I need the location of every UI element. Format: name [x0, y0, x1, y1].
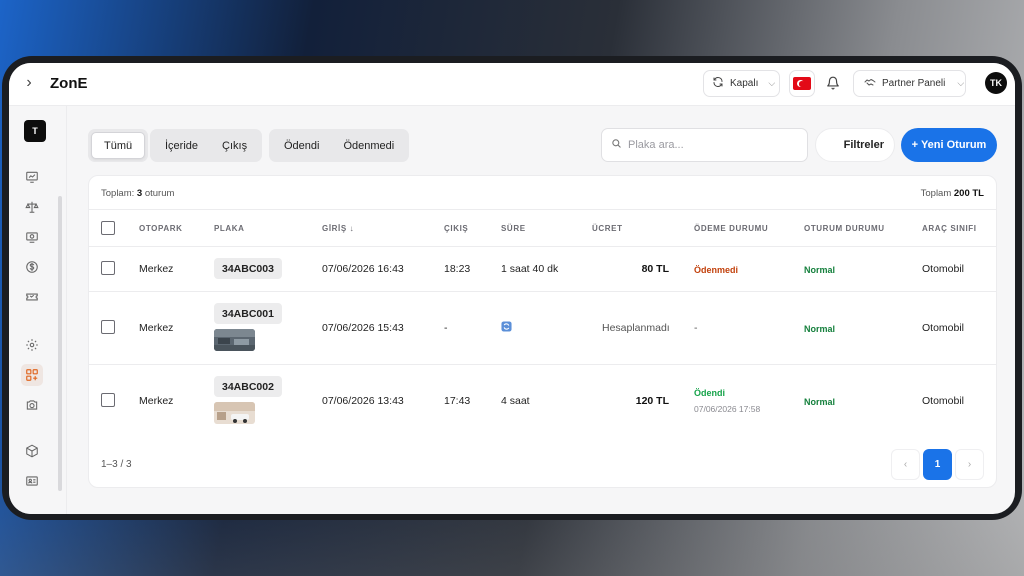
entry-cell: 07/06/2026 16:43 — [322, 263, 404, 275]
refresh-icon[interactable] — [501, 321, 512, 335]
id-card-icon[interactable] — [21, 470, 43, 492]
exit-cell: 18:23 — [444, 263, 471, 275]
tab-inside[interactable]: İçeride — [153, 132, 210, 159]
box-icon[interactable] — [21, 440, 43, 462]
status-tabs: Tümü — [88, 129, 149, 162]
gear-icon[interactable] — [21, 334, 43, 356]
plate-badge[interactable]: 34ABC003 — [214, 258, 282, 279]
ticket-icon[interactable] — [21, 286, 43, 308]
col-exit[interactable]: ÇIKIŞ — [444, 224, 468, 233]
apps-icon[interactable] — [21, 364, 43, 386]
search-icon — [611, 136, 622, 154]
payment-status-badge: Ödendi — [694, 388, 725, 398]
chevron-right-icon[interactable]: › — [21, 74, 37, 92]
new-session-button[interactable]: + Yeni Oturum — [901, 128, 997, 162]
refresh-icon — [712, 76, 724, 91]
payment-tabs: Ödendi Ödenmedi — [269, 129, 410, 162]
col-payment-status[interactable]: ÖDEME DURUMU — [694, 224, 768, 233]
sidebar: T — [9, 106, 67, 514]
chart-icon[interactable] — [21, 166, 43, 188]
table-row[interactable]: Merkez 34ABC003 07/06/2026 16:43 18:23 1… — [89, 247, 996, 292]
vehicle-class-cell: Otomobil — [922, 263, 965, 275]
vehicle-class-cell: Otomobil — [922, 322, 965, 334]
status-toggle-button[interactable]: Kapalı ⌵ — [703, 70, 780, 97]
entry-cell: 07/06/2026 13:43 — [322, 395, 404, 407]
total-amount: Toplam 200 TL — [920, 188, 984, 199]
bell-icon[interactable] — [823, 73, 843, 93]
vehicle-photo-thumbnail[interactable] — [214, 329, 255, 351]
pagination-info: 1–3 / 3 — [101, 459, 132, 470]
language-button[interactable] — [789, 70, 815, 97]
col-vehicle-class[interactable]: ARAÇ SINIFI — [922, 224, 977, 233]
parking-cell: Merkez — [139, 322, 174, 334]
chevron-down-icon: ⌵ — [768, 78, 776, 88]
dollar-icon[interactable] — [21, 256, 43, 278]
entry-cell: 07/06/2026 15:43 — [322, 322, 404, 334]
plate-badge[interactable]: 34ABC002 — [214, 376, 282, 397]
vehicle-photo-thumbnail[interactable] — [214, 402, 255, 424]
camera-icon[interactable] — [21, 394, 43, 416]
payment-status-cell: - — [694, 322, 698, 334]
parking-cell: Merkez — [139, 263, 174, 275]
sessions-table-card: Toplam: 3 oturum Toplam 200 TL OTOPARK P… — [88, 175, 997, 488]
search-input[interactable] — [628, 139, 798, 151]
session-status-badge: Normal — [804, 397, 836, 407]
table-row[interactable]: Merkez 34ABC002 07/06/2026 13:43 17:43 4… — [89, 365, 996, 440]
fee-cell: 120 TL — [635, 395, 669, 407]
turkey-flag-icon — [793, 77, 811, 90]
plate-badge[interactable]: 34ABC001 — [214, 303, 282, 324]
tab-paid[interactable]: Ödendi — [272, 132, 331, 159]
fee-cell: 80 TL — [641, 263, 669, 275]
partner-panel-button[interactable]: Partner Paneli ⌵ — [853, 70, 966, 97]
exit-cell: - — [444, 322, 448, 334]
sidebar-scrollbar[interactable] — [58, 196, 62, 491]
col-plate[interactable]: PLAKA — [214, 224, 245, 233]
partner-panel-label: Partner Paneli — [882, 78, 946, 89]
table-header: OTOPARK PLAKA GİRİŞ ↓ ÇIKIŞ SÜRE ÜCRET Ö… — [89, 210, 996, 247]
session-status-badge: Normal — [804, 324, 836, 334]
app-title: ZonE — [50, 75, 88, 92]
table-row[interactable]: Merkez 34ABC001 07/06/2026 15:43 - Hesap… — [89, 292, 996, 365]
fee-cell: Hesaplanmadı — [602, 322, 670, 334]
row-checkbox[interactable] — [101, 261, 115, 275]
session-status-badge: Normal — [804, 265, 836, 275]
app-screen: › ZonE Kapalı ⌵ Partner Paneli ⌵ TK T Tü… — [9, 63, 1015, 514]
tab-unpaid[interactable]: Ödenmedi — [331, 132, 406, 159]
next-page-button[interactable]: › — [955, 449, 984, 480]
row-checkbox[interactable] — [101, 320, 115, 334]
scale-icon[interactable] — [21, 196, 43, 218]
avatar[interactable]: TK — [985, 72, 1007, 94]
handshake-icon — [864, 76, 876, 91]
summary-bar: Toplam: 3 oturum Toplam 200 TL — [89, 176, 996, 210]
previous-page-button[interactable]: ‹ — [891, 449, 920, 480]
status-label: Kapalı — [730, 78, 759, 89]
inout-tabs: İçeride Çıkış — [150, 129, 263, 162]
brand-logo[interactable]: T — [24, 120, 46, 142]
filters-button[interactable]: Filtreler — [815, 128, 895, 162]
payment-status-badge: Ödenmedi — [694, 265, 739, 275]
select-all-checkbox[interactable] — [101, 221, 115, 235]
payment-date: 07/06/2026 17:58 — [694, 404, 761, 414]
chevron-down-icon: ⌵ — [957, 78, 965, 88]
col-session-status[interactable]: OTURUM DURUMU — [804, 224, 885, 233]
exit-cell: 17:43 — [444, 395, 471, 407]
duration-cell: 4 saat — [501, 395, 530, 407]
pagination-bar: 1–3 / 3 ‹ 1 › — [89, 440, 996, 487]
col-parking[interactable]: OTOPARK — [139, 224, 182, 233]
vehicle-class-cell: Otomobil — [922, 395, 965, 407]
col-entry[interactable]: GİRİŞ ↓ — [322, 224, 354, 233]
page-button-current[interactable]: 1 — [923, 449, 952, 480]
parking-cell: Merkez — [139, 395, 174, 407]
session-count: Toplam: 3 oturum — [101, 188, 175, 199]
tab-all[interactable]: Tümü — [91, 132, 146, 159]
top-bar: › ZonE Kapalı ⌵ Partner Paneli ⌵ TK — [9, 63, 1015, 106]
monitor-icon[interactable] — [21, 226, 43, 248]
col-duration[interactable]: SÜRE — [501, 224, 526, 233]
tab-exit[interactable]: Çıkış — [210, 132, 259, 159]
search-field[interactable] — [601, 128, 808, 162]
col-fee[interactable]: ÜCRET — [592, 224, 623, 233]
duration-cell: 1 saat 40 dk — [501, 263, 559, 275]
row-checkbox[interactable] — [101, 393, 115, 407]
